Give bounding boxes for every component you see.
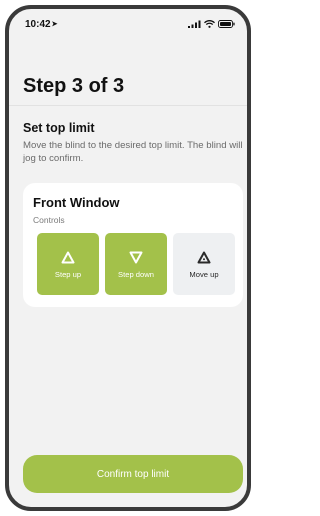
- status-time-text: 10:42: [25, 19, 51, 30]
- wifi-icon: [204, 20, 215, 28]
- section-description: Move the blind to the desired top limit.…: [23, 140, 243, 164]
- header-divider: [9, 105, 247, 106]
- controls-card: Front Window Controls Step up Step down …: [23, 183, 243, 307]
- confirm-top-limit-button[interactable]: Confirm top limit: [23, 455, 243, 493]
- step-up-label: Step up: [54, 270, 82, 279]
- status-time: 10:42➤: [25, 19, 57, 30]
- card-subtitle: Controls: [33, 215, 65, 225]
- section-title: Set top limit: [23, 121, 95, 135]
- cellular-signal-icon: [188, 20, 201, 28]
- step-up-button[interactable]: Step up: [37, 233, 99, 295]
- move-up-button[interactable]: Move up: [173, 233, 235, 295]
- step-down-icon: [129, 251, 143, 264]
- move-up-icon: [197, 251, 211, 264]
- location-arrow-icon: ➤: [51, 21, 58, 28]
- step-up-icon: [61, 251, 75, 264]
- move-up-label: Move up: [189, 270, 219, 279]
- step-down-label: Step down: [118, 270, 154, 279]
- step-down-button[interactable]: Step down: [105, 233, 167, 295]
- page-title: Step 3 of 3: [23, 75, 125, 97]
- status-bar: 10:42➤: [9, 9, 247, 39]
- phone-frame: 10:42➤ Step 3 of 3 Set top limit Move th…: [5, 5, 251, 511]
- confirm-button-label: Confirm top limit: [96, 468, 170, 480]
- status-icons: [188, 20, 235, 28]
- device-name: Front Window: [33, 195, 120, 210]
- battery-icon: [218, 20, 235, 28]
